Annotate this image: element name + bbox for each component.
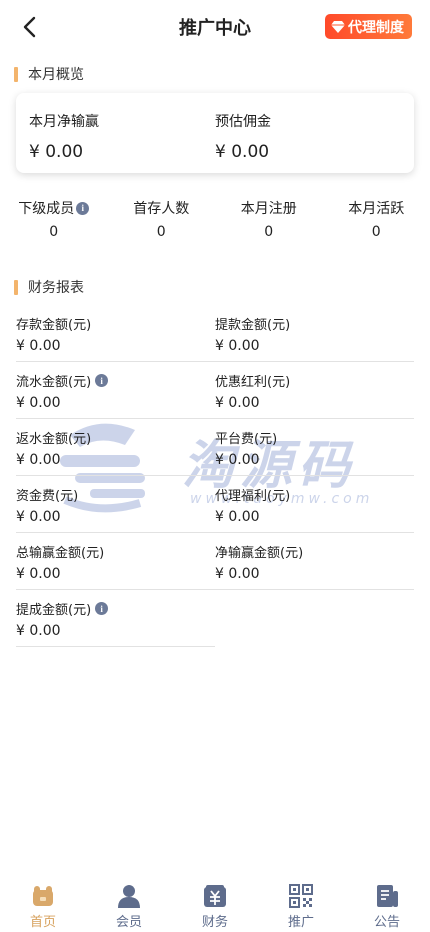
finance-item-label: 流水金额(元) <box>16 375 92 390</box>
agent-policy-label: 代理制度 <box>348 19 404 36</box>
section-accent-bar <box>14 66 18 82</box>
finance-item-label-row: 流水金额(元) i <box>16 371 215 390</box>
finance-item-agent-welfare: 代理福利(元) ¥ 0.00 <box>215 476 414 533</box>
stat-first-deposit-label: 首存人数 <box>133 201 190 217</box>
net-win-block: 本月净输赢 ¥ 0.00 <box>29 111 99 162</box>
stats-row: 下级成员 i 0 首存人数 0 本月注册 0 本月活跃 0 <box>0 198 430 240</box>
finance-item-label: 净输赢金额(元) <box>215 546 304 561</box>
bottom-tab-bar: 首页 会员 财务 推广 公告 <box>0 880 430 932</box>
stat-monthly-register: 本月注册 0 <box>215 198 323 240</box>
finance-item-value: ¥ 0.00 <box>215 452 260 468</box>
tab-finance-label: 财务 <box>201 915 228 930</box>
page-title: 推广中心 <box>179 18 251 39</box>
finance-title-text: 财务报表 <box>28 280 84 296</box>
finance-item-label: 平台费(元) <box>215 432 278 447</box>
commission-block: 预估佣金 ¥ 0.00 <box>215 111 271 162</box>
tab-home[interactable]: 首页 <box>0 880 86 932</box>
member-icon <box>118 885 140 908</box>
stat-subordinates-label: 下级成员 <box>18 201 75 217</box>
finance-item-commission: 提成金额(元) i ¥ 0.00 <box>16 590 215 647</box>
stat-subordinates[interactable]: 下级成员 i 0 <box>0 198 108 240</box>
tab-member-label: 会员 <box>115 915 142 930</box>
agent-policy-button[interactable]: 代理制度 <box>325 14 412 39</box>
diamond-icon <box>331 20 345 33</box>
net-win-value: ¥ 0.00 <box>29 142 84 162</box>
finance-item-value: ¥ 0.00 <box>16 623 61 639</box>
finance-item-bonus: 优惠红利(元) ¥ 0.00 <box>215 362 414 419</box>
finance-item-value: ¥ 0.00 <box>16 566 61 582</box>
stat-first-deposit: 首存人数 0 <box>108 198 216 240</box>
finance-item-label: 提成金额(元) <box>16 603 92 618</box>
finance-item-turnover: 流水金额(元) i ¥ 0.00 <box>16 362 215 419</box>
commission-value: ¥ 0.00 <box>215 142 270 162</box>
stat-subordinates-value: 0 <box>49 224 59 240</box>
stat-monthly-register-label: 本月注册 <box>240 201 297 217</box>
stat-monthly-active: 本月活跃 0 <box>323 198 430 240</box>
finance-item-value: ¥ 0.00 <box>215 509 260 525</box>
header: 推广中心 代理制度 <box>0 0 430 54</box>
back-button[interactable] <box>14 12 46 42</box>
finance-item-label: 优惠红利(元) <box>215 375 291 390</box>
overview-section-title: 本月概览 <box>14 64 84 84</box>
finance-item-label: 存款金额(元) <box>16 318 92 333</box>
finance-item-fund-fee: 资金费(元) ¥ 0.00 <box>16 476 215 533</box>
notice-icon <box>377 885 398 907</box>
finance-item-net-win: 净输赢金额(元) ¥ 0.00 <box>215 533 414 590</box>
finance-item-label-row: 提成金额(元) i <box>16 599 215 618</box>
finance-item-label: 总输赢金额(元) <box>16 546 105 561</box>
finance-item-label: 代理福利(元) <box>215 489 291 504</box>
stat-monthly-active-value: 0 <box>371 224 381 240</box>
tab-notice-label: 公告 <box>373 915 400 930</box>
finance-item-value: ¥ 0.00 <box>215 395 260 411</box>
overview-card: 本月净输赢 ¥ 0.00 预估佣金 ¥ 0.00 <box>16 93 414 173</box>
info-icon[interactable]: i <box>95 602 109 615</box>
stat-first-deposit-value: 0 <box>156 224 166 240</box>
home-icon <box>33 886 53 906</box>
stat-monthly-register-value: 0 <box>264 224 274 240</box>
qrcode-icon <box>289 884 313 908</box>
finance-item-label: 返水金额(元) <box>16 432 92 447</box>
tab-finance[interactable]: 财务 <box>172 880 258 932</box>
finance-item-deposit: 存款金额(元) ¥ 0.00 <box>16 305 215 362</box>
finance-item-value: ¥ 0.00 <box>16 452 61 468</box>
finance-item-value: ¥ 0.00 <box>16 509 61 525</box>
stat-monthly-active-label: 本月活跃 <box>348 201 405 217</box>
commission-label: 预估佣金 <box>215 114 271 130</box>
finance-item-rebate: 返水金额(元) ¥ 0.00 <box>16 419 215 476</box>
finance-section-title: 财务报表 <box>14 277 84 297</box>
finance-item-value: ¥ 0.00 <box>16 338 61 354</box>
finance-item-total-win: 总输赢金额(元) ¥ 0.00 <box>16 533 215 590</box>
stat-label: 下级成员 i <box>18 198 90 218</box>
tab-notice[interactable]: 公告 <box>344 880 430 932</box>
info-icon[interactable]: i <box>95 374 109 387</box>
overview-title-text: 本月概览 <box>28 67 84 83</box>
tab-member[interactable]: 会员 <box>86 880 172 932</box>
finance-item-label: 提款金额(元) <box>215 318 291 333</box>
tab-home-label: 首页 <box>29 915 56 930</box>
finance-item-value: ¥ 0.00 <box>215 566 260 582</box>
net-win-label: 本月净输赢 <box>29 114 99 130</box>
finance-item-value: ¥ 0.00 <box>215 338 260 354</box>
finance-item-label: 资金费(元) <box>16 489 79 504</box>
finance-item-platform-fee: 平台费(元) ¥ 0.00 <box>215 419 414 476</box>
tab-promotion[interactable]: 推广 <box>258 880 344 932</box>
section-accent-bar <box>14 279 18 295</box>
finance-item-value: ¥ 0.00 <box>16 395 61 411</box>
finance-icon <box>204 885 226 907</box>
tab-promotion-label: 推广 <box>287 915 314 930</box>
chevron-left-icon <box>23 16 36 38</box>
info-icon[interactable]: i <box>76 201 90 215</box>
finance-item-withdraw: 提款金额(元) ¥ 0.00 <box>215 305 414 362</box>
